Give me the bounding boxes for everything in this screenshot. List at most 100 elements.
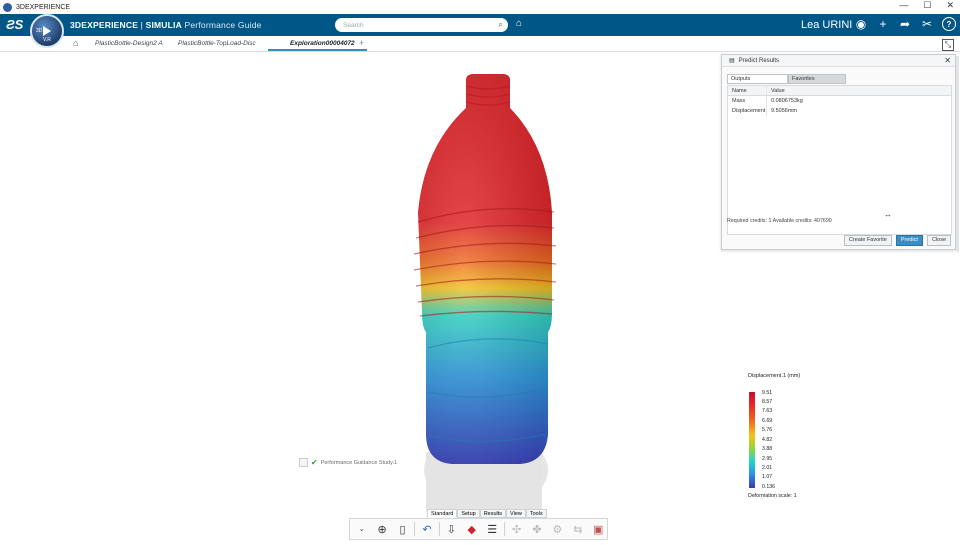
tag-icon[interactable]: ⌂ [516,18,522,29]
app-name: Performance Guide [184,20,262,30]
search-input[interactable]: Search ⌕ [335,18,508,32]
share-icon[interactable]: ➦ [898,17,912,31]
legend-tick: 6.69 [762,418,773,424]
row-name: Mass [728,96,767,106]
section-tabs: Standard Setup Results View Tools [427,509,547,518]
legend-title: Displacement.1 (mm) [748,373,801,379]
legend-color-bar [749,392,755,488]
app-icon [3,2,12,12]
tab-topload[interactable]: PlasticBottle-TopLoad-Disc [178,40,256,47]
table-row[interactable]: Mass 0.0806753kg [728,96,951,106]
search-placeholder: Search [343,21,364,29]
home-icon[interactable]: ⌂ [73,38,78,48]
checkmark-icon: ✔ [311,458,318,467]
predict-button[interactable]: Predict [895,235,923,246]
legend-tick: 2.01 [762,465,773,471]
separator [503,522,505,536]
brand-separator: | [138,20,146,30]
compare-icon[interactable]: ⇆ [569,521,586,537]
panel-buttons: Create Favorite Predict Close [843,235,951,246]
legend-tick: 9.51 [762,390,773,396]
run-icon[interactable]: ⚙ [549,521,566,537]
undo-icon[interactable]: ↶ [418,521,435,537]
study-name: Performance Guidance Study.1 [320,459,398,466]
compass-3d-label: 3D [36,28,43,34]
brand-title: 3DEXPERIENCE | SIMULIA Performance Guide [70,20,262,30]
legend-tick: 4.82 [762,437,773,443]
brand-3dexperience: 3DEXPERIENCE [70,20,139,30]
panel-scrollbar[interactable] [956,56,959,252]
add-icon[interactable]: + [876,17,890,31]
displacement-legend[interactable]: Displacement.1 (mm) 9.51 8.57 7.63 6.69 … [748,373,801,499]
close-button[interactable]: Close [926,235,951,246]
tab-exploration[interactable]: Exploration00004072 [268,40,367,51]
close-panel-icon[interactable]: ✕ [944,56,951,65]
close-window-button[interactable]: ✕ [946,0,954,11]
play-icon [43,26,51,36]
tab-outputs[interactable]: Outputs [727,74,788,84]
row-name: Displacement [728,106,767,116]
list-icon[interactable]: ☰ [483,521,500,537]
window-controls: — ☐ ✕ [899,0,954,11]
materials-icon[interactable]: ◆ [463,521,480,537]
user-avatar-icon[interactable]: ◉ [854,17,868,31]
window-titlebar: 3DEXPERIENCE — ☐ ✕ [0,0,960,14]
tab-setup[interactable]: Setup [457,509,480,518]
search-icon[interactable]: ⌕ [499,20,503,30]
outputs-table: Name Value Mass 0.0806753kg Displacement… [727,85,952,235]
predict-results-panel: ▤ Predict Results ✕ Outputs Favorites Na… [721,54,956,250]
tab-design2[interactable]: PlasticBottle-Design2 A [95,40,163,47]
import-icon[interactable]: ⇩ [443,521,460,537]
column-value[interactable]: Value [767,88,785,94]
separator [414,522,416,536]
study-label[interactable]: ✔ Performance Guidance Study.1 [299,458,397,467]
legend-tick: 1.07 [762,474,773,480]
panel-title: Predict Results [738,57,780,64]
legend-tick: 0.136 [762,484,775,490]
minimize-button[interactable]: — [899,0,908,11]
legend-tick: 2.95 [762,456,773,462]
help-icon[interactable]: ? [942,17,956,31]
ds-logo-icon[interactable]: ƧS [6,17,23,32]
table-header: Name Value [728,86,951,96]
legend-tick: 7.63 [762,408,773,414]
bottle-shading [418,74,552,464]
legend-tick: 5.76 [762,427,773,433]
resize-cursor-icon: ↔ [884,210,892,219]
tab-standard[interactable]: Standard [427,509,458,518]
row-value: 0.0806753kg [771,98,803,104]
credits-text: Required credits: 1 Available credits: 4… [727,218,832,224]
compass-icon[interactable]: 3D V.R [30,14,64,48]
zoom-icon[interactable]: ⊕ [373,521,390,537]
tab-view[interactable]: View [506,509,526,518]
maximize-button[interactable]: ☐ [923,0,931,11]
tools-icon[interactable]: ✂ [920,17,934,31]
tab-tools[interactable]: Tools [525,509,547,518]
table-row[interactable]: Displacement 9.5056mm [728,106,951,116]
column-name[interactable]: Name [728,86,767,95]
study-checkbox[interactable] [299,458,308,467]
connect-icon[interactable]: ✤ [528,521,545,537]
document-icon: ▤ [729,58,735,64]
tab-favorites[interactable]: Favorites [788,74,846,84]
brand-simulia: SIMULIA [145,20,182,30]
chevron-down-icon[interactable]: ⌄ [353,521,370,537]
panel-header: ▤ Predict Results [722,55,955,67]
tab-results[interactable]: Results [479,509,507,518]
create-favorite-button[interactable]: Create Favorite [843,235,892,246]
top-right-icons: ◉ + ➦ ✂ ? [854,17,956,31]
tab-bar: ⌂ PlasticBottle-Design2 A PlasticBottle-… [0,36,960,52]
expand-icon[interactable]: ⤡ [942,39,954,51]
add-tab-icon[interactable]: + [359,38,364,48]
row-value: 9.5056mm [771,108,797,114]
user-name[interactable]: Lea URINI [801,19,852,31]
separator [438,522,440,536]
book-icon[interactable]: ▯ [394,521,411,537]
panel-tabs: Outputs Favorites [727,74,846,84]
compass-version: V.R [43,37,51,43]
results-icon[interactable]: ▣ [590,521,607,537]
legend-tick: 8.57 [762,399,773,405]
window-title: 3DEXPERIENCE [16,3,71,11]
legend-tick: 3.88 [762,446,773,452]
mesh-icon[interactable]: ✣ [508,521,525,537]
